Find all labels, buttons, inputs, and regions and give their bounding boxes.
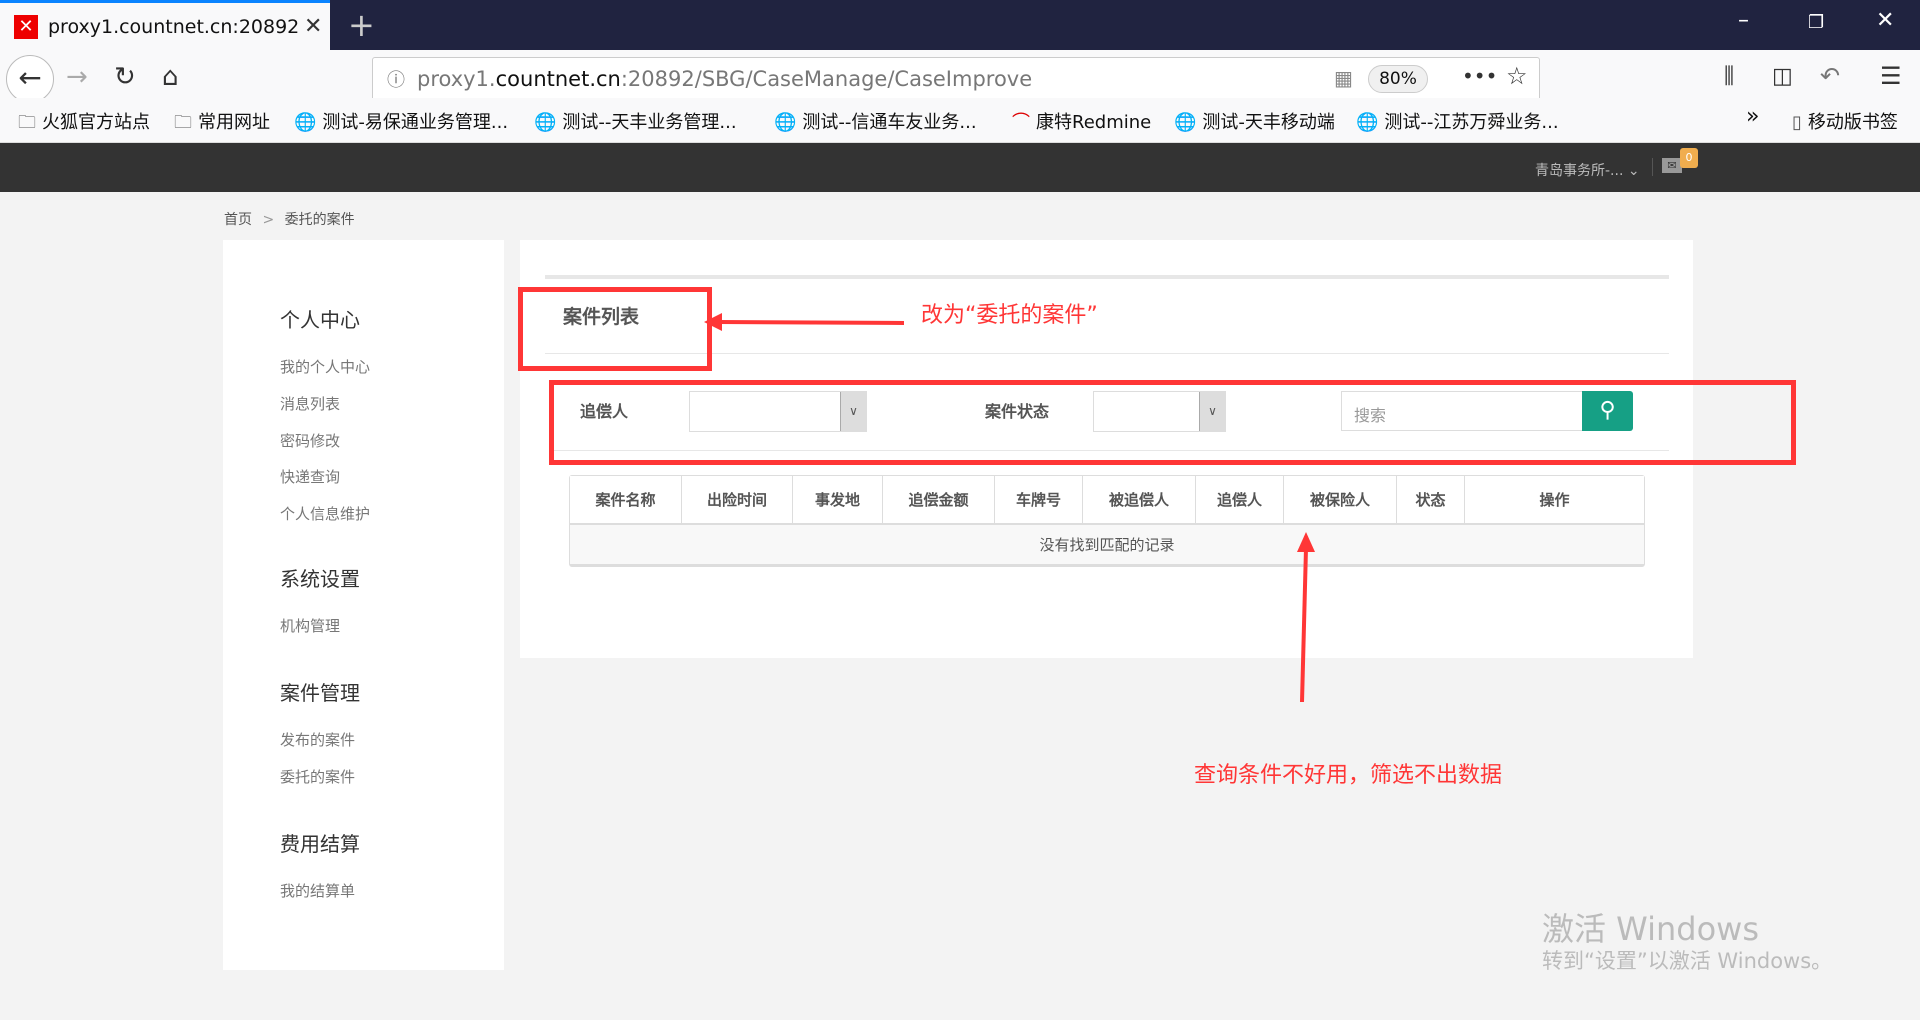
annotation-rename: 改为“委托的案件” bbox=[921, 303, 1098, 328]
activation-watermark-title: 激活 Windows bbox=[1542, 910, 1760, 948]
arrow-to-title bbox=[704, 313, 905, 331]
arrow-to-table bbox=[1297, 532, 1315, 703]
annotation-arrows bbox=[704, 313, 1315, 703]
annotation-filter-issue: 查询条件不好用，筛选不出数据 bbox=[1194, 763, 1503, 788]
activation-watermark-text: 转到“设置”以激活 Windows。 bbox=[1542, 949, 1833, 973]
